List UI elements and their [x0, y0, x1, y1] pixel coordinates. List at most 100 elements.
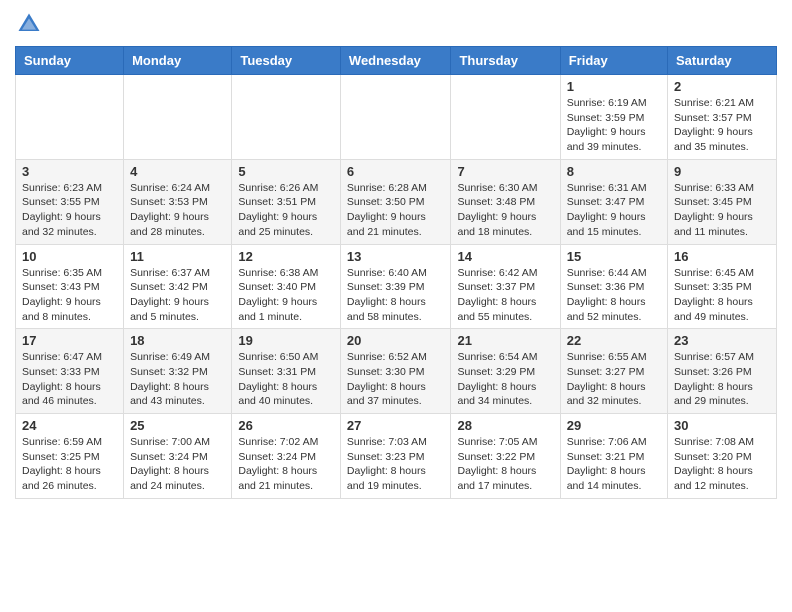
- day-info: Sunrise: 6:24 AM Sunset: 3:53 PM Dayligh…: [130, 181, 225, 240]
- header: [15, 10, 777, 38]
- calendar-cell: 21Sunrise: 6:54 AM Sunset: 3:29 PM Dayli…: [451, 329, 560, 414]
- day-number: 2: [674, 79, 770, 94]
- calendar-cell: 13 Sunrise: 6:40 AM Sunset: 3:39 PM Dayli…: [340, 244, 451, 329]
- day-number: 30: [674, 418, 770, 433]
- calendar-cell: 29 Sunrise: 7:06 AM Sunset: 3:21 PM Dayli…: [560, 414, 667, 499]
- calendar-week-row: 3Sunrise: 6:23 AM Sunset: 3:55 PM Daylig…: [16, 159, 777, 244]
- day-number: 29: [567, 418, 661, 433]
- day-info: Sunrise: 7:00 AM Sunset: 3:24 PM Dayligh…: [130, 435, 225, 494]
- day-info: Sunrise: 6:21 AM Sunset: 3:57 PM Dayligh…: [674, 96, 770, 155]
- day-info: Sunrise: 7:03 AM Sunset: 3:23 PM Dayligh…: [347, 435, 445, 494]
- weekday-header-wednesday: Wednesday: [340, 47, 451, 75]
- calendar-cell: 26 Sunrise: 7:02 AM Sunset: 3:24 PM Dayli…: [232, 414, 341, 499]
- day-info: Sunrise: 7:08 AM Sunset: 3:20 PM Dayligh…: [674, 435, 770, 494]
- weekday-row: SundayMondayTuesdayWednesdayThursdayFrid…: [16, 47, 777, 75]
- calendar-cell: [340, 75, 451, 160]
- calendar-cell: 11 Sunrise: 6:37 AM Sunset: 3:42 PM Dayli…: [124, 244, 232, 329]
- calendar-cell: [16, 75, 124, 160]
- calendar-cell: 8 Sunrise: 6:31 AM Sunset: 3:47 PM Daylig…: [560, 159, 667, 244]
- calendar-cell: 16 Sunrise: 6:45 AM Sunset: 3:35 PM Dayli…: [668, 244, 777, 329]
- calendar-table: SundayMondayTuesdayWednesdayThursdayFrid…: [15, 46, 777, 499]
- day-info: Sunrise: 7:06 AM Sunset: 3:21 PM Dayligh…: [567, 435, 661, 494]
- day-info: Sunrise: 6:44 AM Sunset: 3:36 PM Dayligh…: [567, 266, 661, 325]
- day-info: Sunrise: 6:45 AM Sunset: 3:35 PM Dayligh…: [674, 266, 770, 325]
- day-info: Sunrise: 6:40 AM Sunset: 3:39 PM Dayligh…: [347, 266, 445, 325]
- day-info: Sunrise: 6:31 AM Sunset: 3:47 PM Dayligh…: [567, 181, 661, 240]
- logo-icon: [15, 10, 43, 38]
- calendar-cell: 3Sunrise: 6:23 AM Sunset: 3:55 PM Daylig…: [16, 159, 124, 244]
- day-number: 13: [347, 249, 445, 264]
- day-number: 8: [567, 164, 661, 179]
- day-info: Sunrise: 6:57 AM Sunset: 3:26 PM Dayligh…: [674, 350, 770, 409]
- weekday-header-thursday: Thursday: [451, 47, 560, 75]
- calendar-cell: 24Sunrise: 6:59 AM Sunset: 3:25 PM Dayli…: [16, 414, 124, 499]
- calendar-cell: 30 Sunrise: 7:08 AM Sunset: 3:20 PM Dayli…: [668, 414, 777, 499]
- calendar-cell: 20 Sunrise: 6:52 AM Sunset: 3:30 PM Dayli…: [340, 329, 451, 414]
- calendar-cell: 18 Sunrise: 6:49 AM Sunset: 3:32 PM Dayli…: [124, 329, 232, 414]
- day-number: 6: [347, 164, 445, 179]
- calendar-cell: 27 Sunrise: 7:03 AM Sunset: 3:23 PM Dayli…: [340, 414, 451, 499]
- calendar-cell: 22 Sunrise: 6:55 AM Sunset: 3:27 PM Dayli…: [560, 329, 667, 414]
- day-number: 11: [130, 249, 225, 264]
- day-info: Sunrise: 6:35 AM Sunset: 3:43 PM Dayligh…: [22, 266, 117, 325]
- day-info: Sunrise: 7:05 AM Sunset: 3:22 PM Dayligh…: [457, 435, 553, 494]
- day-number: 20: [347, 333, 445, 348]
- day-number: 24: [22, 418, 117, 433]
- day-number: 9: [674, 164, 770, 179]
- calendar-cell: 12 Sunrise: 6:38 AM Sunset: 3:40 PM Dayli…: [232, 244, 341, 329]
- calendar-cell: 2 Sunrise: 6:21 AM Sunset: 3:57 PM Daylig…: [668, 75, 777, 160]
- day-number: 10: [22, 249, 117, 264]
- day-info: Sunrise: 6:54 AM Sunset: 3:29 PM Dayligh…: [457, 350, 553, 409]
- calendar-cell: 9 Sunrise: 6:33 AM Sunset: 3:45 PM Daylig…: [668, 159, 777, 244]
- calendar-cell: 14Sunrise: 6:42 AM Sunset: 3:37 PM Dayli…: [451, 244, 560, 329]
- calendar-header: SundayMondayTuesdayWednesdayThursdayFrid…: [16, 47, 777, 75]
- calendar-cell: 19 Sunrise: 6:50 AM Sunset: 3:31 PM Dayli…: [232, 329, 341, 414]
- day-info: Sunrise: 6:38 AM Sunset: 3:40 PM Dayligh…: [238, 266, 334, 325]
- day-info: Sunrise: 6:50 AM Sunset: 3:31 PM Dayligh…: [238, 350, 334, 409]
- calendar-cell: 17Sunrise: 6:47 AM Sunset: 3:33 PM Dayli…: [16, 329, 124, 414]
- calendar-cell: 28 Sunrise: 7:05 AM Sunset: 3:22 PM Dayli…: [451, 414, 560, 499]
- day-info: Sunrise: 6:52 AM Sunset: 3:30 PM Dayligh…: [347, 350, 445, 409]
- calendar-week-row: 1Sunrise: 6:19 AM Sunset: 3:59 PM Daylig…: [16, 75, 777, 160]
- calendar-body: 1Sunrise: 6:19 AM Sunset: 3:59 PM Daylig…: [16, 75, 777, 499]
- calendar-cell: [124, 75, 232, 160]
- day-number: 23: [674, 333, 770, 348]
- day-info: Sunrise: 6:55 AM Sunset: 3:27 PM Dayligh…: [567, 350, 661, 409]
- day-number: 5: [238, 164, 334, 179]
- day-number: 16: [674, 249, 770, 264]
- day-number: 18: [130, 333, 225, 348]
- day-info: Sunrise: 6:30 AM Sunset: 3:48 PM Dayligh…: [457, 181, 553, 240]
- day-number: 15: [567, 249, 661, 264]
- page-container: SundayMondayTuesdayWednesdayThursdayFrid…: [0, 0, 792, 509]
- calendar-cell: 25Sunrise: 7:00 AM Sunset: 3:24 PM Dayli…: [124, 414, 232, 499]
- day-number: 26: [238, 418, 334, 433]
- day-number: 28: [457, 418, 553, 433]
- weekday-header-sunday: Sunday: [16, 47, 124, 75]
- calendar-cell: 5 Sunrise: 6:26 AM Sunset: 3:51 PM Daylig…: [232, 159, 341, 244]
- day-info: Sunrise: 6:26 AM Sunset: 3:51 PM Dayligh…: [238, 181, 334, 240]
- weekday-header-saturday: Saturday: [668, 47, 777, 75]
- day-info: Sunrise: 7:02 AM Sunset: 3:24 PM Dayligh…: [238, 435, 334, 494]
- calendar-cell: [232, 75, 341, 160]
- day-number: 7: [457, 164, 553, 179]
- calendar-cell: 23 Sunrise: 6:57 AM Sunset: 3:26 PM Dayli…: [668, 329, 777, 414]
- logo: [15, 10, 47, 38]
- day-number: 3: [22, 164, 117, 179]
- calendar-cell: 4Sunrise: 6:24 AM Sunset: 3:53 PM Daylig…: [124, 159, 232, 244]
- calendar-cell: [451, 75, 560, 160]
- day-number: 17: [22, 333, 117, 348]
- day-info: Sunrise: 6:28 AM Sunset: 3:50 PM Dayligh…: [347, 181, 445, 240]
- calendar-cell: 1Sunrise: 6:19 AM Sunset: 3:59 PM Daylig…: [560, 75, 667, 160]
- day-info: Sunrise: 6:37 AM Sunset: 3:42 PM Dayligh…: [130, 266, 225, 325]
- weekday-header-tuesday: Tuesday: [232, 47, 341, 75]
- day-number: 27: [347, 418, 445, 433]
- day-info: Sunrise: 6:33 AM Sunset: 3:45 PM Dayligh…: [674, 181, 770, 240]
- calendar-week-row: 17Sunrise: 6:47 AM Sunset: 3:33 PM Dayli…: [16, 329, 777, 414]
- day-info: Sunrise: 6:42 AM Sunset: 3:37 PM Dayligh…: [457, 266, 553, 325]
- day-number: 1: [567, 79, 661, 94]
- day-info: Sunrise: 6:49 AM Sunset: 3:32 PM Dayligh…: [130, 350, 225, 409]
- day-number: 22: [567, 333, 661, 348]
- day-number: 19: [238, 333, 334, 348]
- calendar-cell: 6 Sunrise: 6:28 AM Sunset: 3:50 PM Daylig…: [340, 159, 451, 244]
- day-number: 12: [238, 249, 334, 264]
